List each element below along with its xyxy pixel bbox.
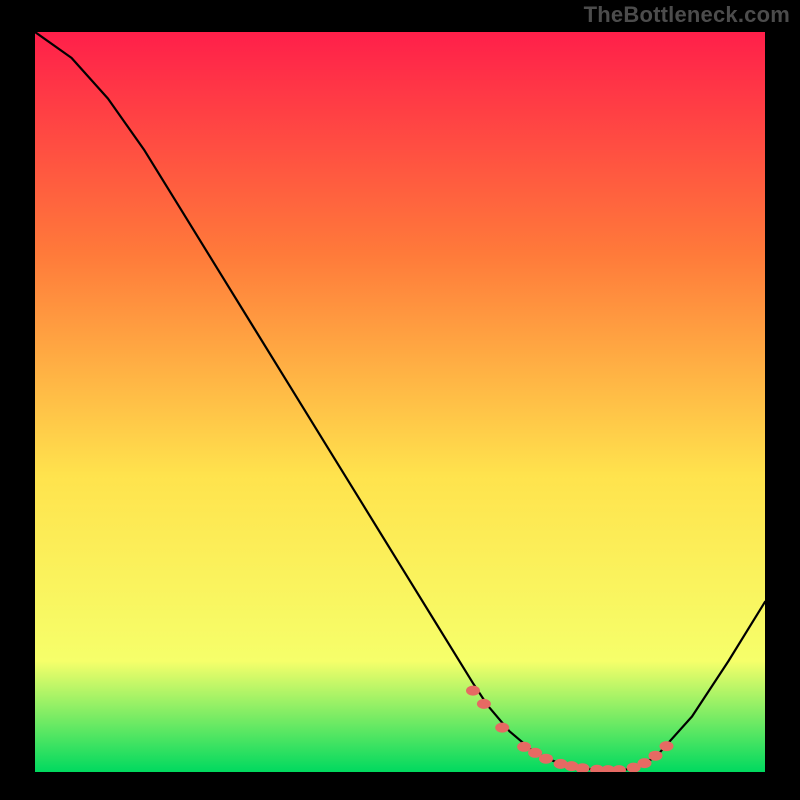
- marker-dot: [660, 741, 674, 751]
- chart-frame: TheBottleneck.com: [0, 0, 800, 800]
- gradient-background: [35, 32, 765, 772]
- marker-dot: [539, 754, 553, 764]
- marker-dot: [638, 758, 652, 768]
- marker-dot: [466, 686, 480, 696]
- bottleneck-chart: [35, 32, 765, 772]
- plot-area: [35, 32, 765, 772]
- marker-dot: [517, 742, 531, 752]
- marker-dot: [477, 699, 491, 709]
- watermark-label: TheBottleneck.com: [584, 2, 790, 28]
- marker-dot: [649, 751, 663, 761]
- marker-dot: [495, 723, 509, 733]
